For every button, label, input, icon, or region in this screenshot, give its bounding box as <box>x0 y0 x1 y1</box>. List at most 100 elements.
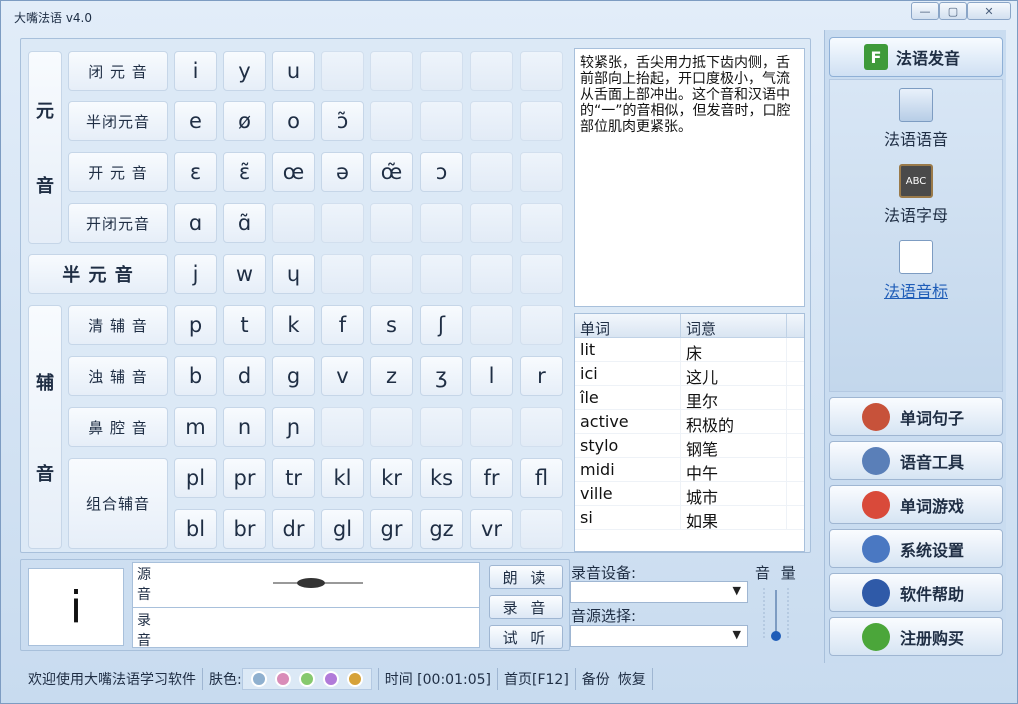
maximize-button[interactable]: ▢ <box>939 2 967 20</box>
skin-swatch[interactable] <box>298 671 315 687</box>
phoneme-cell[interactable]: kr <box>370 458 413 498</box>
phoneme-cell[interactable]: d <box>223 356 266 396</box>
phoneme-cell[interactable]: s <box>370 305 413 345</box>
phoneme-cell[interactable]: ɛ <box>174 152 217 192</box>
skin-swatch[interactable] <box>274 671 291 687</box>
chevron-down-icon: ▼ <box>732 584 741 597</box>
phoneme-cell[interactable]: œ̃ <box>370 152 413 192</box>
phoneme-cell[interactable]: ɔ <box>420 152 463 192</box>
phoneme-cell[interactable]: n <box>223 407 266 447</box>
read-button[interactable]: 朗 读 <box>489 565 563 589</box>
phoneme-cell[interactable]: gr <box>370 509 413 549</box>
phoneme-cell[interactable]: i <box>174 51 217 91</box>
table-row[interactable]: stylo 钢笔 <box>575 434 804 459</box>
close-button[interactable]: ✕ <box>967 2 1011 20</box>
row-label[interactable]: 鼻 腔 音 <box>68 407 168 447</box>
phoneme-cell[interactable]: u <box>272 51 315 91</box>
phoneme-cell[interactable]: j <box>174 254 217 294</box>
empty-cell <box>470 254 513 294</box>
row-label[interactable]: 浊 辅 音 <box>68 356 168 396</box>
row-label[interactable]: 闭 元 音 <box>68 51 168 91</box>
phoneme-cell[interactable]: fr <box>470 458 513 498</box>
row-label[interactable]: 开 元 音 <box>68 152 168 192</box>
listen-button[interactable]: 试 听 <box>489 625 563 649</box>
register-icon <box>862 623 890 651</box>
row-label[interactable]: 开闭元音 <box>68 203 168 243</box>
phoneme-cell[interactable]: vr <box>470 509 513 549</box>
restore-link[interactable]: 恢复 <box>618 669 646 689</box>
phoneme-cell[interactable]: r <box>520 356 563 396</box>
phoneme-cell[interactable]: o <box>272 101 315 141</box>
skin-swatch[interactable] <box>322 671 339 687</box>
sidebar-button-label: 单词句子 <box>900 408 965 428</box>
table-row[interactable]: ville 城市 <box>575 482 804 507</box>
table-row[interactable]: ici 这儿 <box>575 362 804 387</box>
sidebar-button-register[interactable]: 注册购买 <box>829 617 1003 656</box>
phoneme-cell[interactable]: ə <box>321 152 364 192</box>
table-row[interactable]: midi 中午 <box>575 458 804 483</box>
record-button[interactable]: 录 音 <box>489 595 563 619</box>
sidebar-button-books[interactable]: 单词句子 <box>829 397 1003 436</box>
phoneme-cell[interactable]: ʒ <box>420 356 463 396</box>
phoneme-cell[interactable]: k <box>272 305 315 345</box>
backup-link[interactable]: 备份 <box>582 669 610 689</box>
phoneme-cell[interactable]: z <box>370 356 413 396</box>
row-label[interactable]: 清 辅 音 <box>68 305 168 345</box>
phoneme-cell[interactable]: ɔ̃ <box>321 101 364 141</box>
phoneme-cell[interactable]: y <box>223 51 266 91</box>
phoneme-cell[interactable]: bl <box>174 509 217 549</box>
skin-swatch[interactable] <box>346 671 363 687</box>
phoneme-cell[interactable]: ɑ̃ <box>223 203 266 243</box>
phoneme-cell[interactable]: w <box>223 254 266 294</box>
phoneme-cell[interactable]: gz <box>420 509 463 549</box>
device-select[interactable]: ▼ <box>570 581 748 603</box>
col-header-meaning[interactable]: 词意 <box>681 314 787 338</box>
phoneme-cell[interactable]: t <box>223 305 266 345</box>
phoneme-cell[interactable]: kl <box>321 458 364 498</box>
table-row[interactable]: lit 床 <box>575 338 804 363</box>
row-label[interactable]: 半闭元音 <box>68 101 168 141</box>
row-label[interactable]: 组合辅音 <box>68 458 168 549</box>
phoneme-cell[interactable]: ɑ <box>174 203 217 243</box>
phoneme-cell[interactable]: v <box>321 356 364 396</box>
phoneme-cell[interactable]: gl <box>321 509 364 549</box>
phoneme-cell[interactable]: ɛ̃ <box>223 152 266 192</box>
phoneme-cell[interactable]: pl <box>174 458 217 498</box>
phoneme-cell[interactable]: e <box>174 101 217 141</box>
phoneme-cell[interactable]: ɲ <box>272 407 315 447</box>
phoneme-cell[interactable]: p <box>174 305 217 345</box>
nav-phonetics[interactable]: 法语语音 <box>829 88 1003 150</box>
word-cell: lit <box>575 338 681 361</box>
source-select[interactable]: ▼ <box>570 625 748 647</box>
nav-alphabet[interactable]: ABC 法语字母 <box>829 164 1003 226</box>
volume-slider[interactable] <box>758 586 794 644</box>
phoneme-cell[interactable]: ɥ <box>272 254 315 294</box>
nav-phonetic-symbols[interactable]: 法语音标 <box>829 240 1003 302</box>
phoneme-cell[interactable]: l <box>470 356 513 396</box>
phoneme-cell[interactable]: ks <box>420 458 463 498</box>
table-row[interactable]: active 积极的 <box>575 410 804 435</box>
phoneme-cell[interactable]: f <box>321 305 364 345</box>
table-row[interactable]: île 里尔 <box>575 386 804 411</box>
skin-swatch[interactable] <box>250 671 267 687</box>
phoneme-cell[interactable]: dr <box>272 509 315 549</box>
phoneme-cell[interactable]: œ <box>272 152 315 192</box>
phoneme-cell[interactable]: fl <box>520 458 563 498</box>
phoneme-cell[interactable]: g <box>272 356 315 396</box>
sidebar-button-tools[interactable]: 语音工具 <box>829 441 1003 480</box>
sidebar-header[interactable]: F 法语发音 <box>829 37 1003 77</box>
phoneme-cell[interactable]: br <box>223 509 266 549</box>
phoneme-cell[interactable]: ø <box>223 101 266 141</box>
phoneme-cell[interactable]: ʃ <box>420 305 463 345</box>
phoneme-cell[interactable]: pr <box>223 458 266 498</box>
sidebar-button-gear[interactable]: 系统设置 <box>829 529 1003 568</box>
home-link[interactable]: 首页[F12] <box>504 669 569 689</box>
col-header-word[interactable]: 单词 <box>575 314 681 338</box>
minimize-button[interactable]: — <box>911 2 939 20</box>
phoneme-cell[interactable]: m <box>174 407 217 447</box>
phoneme-cell[interactable]: b <box>174 356 217 396</box>
sidebar-button-game[interactable]: 单词游戏 <box>829 485 1003 524</box>
phoneme-cell[interactable]: tr <box>272 458 315 498</box>
table-row[interactable]: si 如果 <box>575 506 804 531</box>
sidebar-button-help[interactable]: 软件帮助 <box>829 573 1003 612</box>
